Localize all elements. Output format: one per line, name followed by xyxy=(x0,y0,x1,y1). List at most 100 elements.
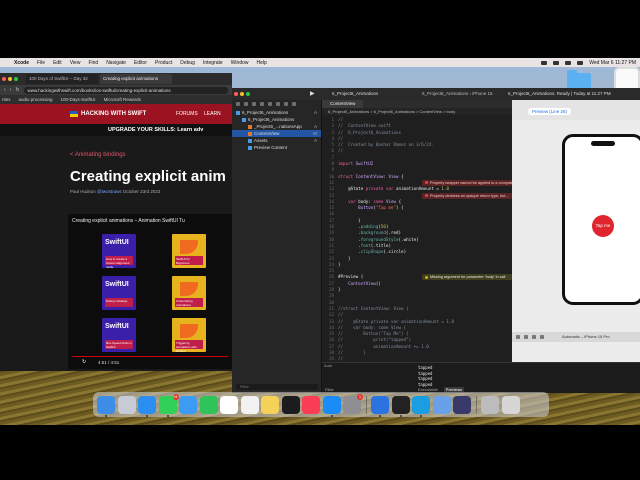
video-thumbnail[interactable]: SwiftUI for Beginners xyxy=(172,234,206,268)
app-store-icon[interactable] xyxy=(322,395,341,417)
notes-icon[interactable] xyxy=(261,395,279,414)
video-thumbnail[interactable]: SwiftUI How to create a custom alignment… xyxy=(102,234,136,268)
safari-icon[interactable] xyxy=(138,395,156,417)
iphone-preview[interactable]: Tap me xyxy=(562,134,640,305)
device-selector[interactable]: Automatic – iPhone 15 Pro xyxy=(562,334,610,339)
xcode-icon[interactable] xyxy=(371,395,389,417)
site-logo[interactable]: HACKING WITH SWIFT xyxy=(81,111,146,117)
close-window-icon[interactable] xyxy=(2,77,6,81)
menu-help[interactable]: Help xyxy=(257,60,267,66)
preview-icon[interactable] xyxy=(432,395,451,414)
facetime-icon[interactable] xyxy=(199,395,218,414)
messages-icon[interactable]: 94 xyxy=(158,393,179,417)
folder-icon[interactable] xyxy=(236,102,240,106)
url-field[interactable]: www.hackingwithswift.com/books/ios-swift… xyxy=(23,86,228,94)
tree-item-project[interactable]: 6_Project6_Animations A xyxy=(232,109,321,116)
source-control-icon[interactable] xyxy=(244,102,248,106)
instruments-icon[interactable] xyxy=(453,395,471,414)
symbol-icon[interactable] xyxy=(252,102,256,106)
browser-tab[interactable]: 100 Days of SwiftUI – Day 32 xyxy=(26,74,98,84)
bookmark-item[interactable]: audio processing xyxy=(19,97,53,102)
tap-me-button[interactable]: Tap me xyxy=(592,215,614,237)
breakpoint-icon[interactable] xyxy=(292,102,296,106)
inline-error[interactable]: Property wrapper cannot be applied to a … xyxy=(422,179,512,186)
mail-icon[interactable] xyxy=(179,395,197,414)
menu-app-name[interactable]: Xcode xyxy=(14,60,29,66)
inline-warning[interactable]: Missing argument for parameter 'body' in… xyxy=(422,274,512,281)
code-area[interactable]: 1//2// ContentView.swift 3// 6_Project6_A… xyxy=(322,115,512,362)
live-mode-icon[interactable] xyxy=(516,335,520,339)
terminal-icon[interactable] xyxy=(391,395,410,417)
tree-item-group[interactable]: 6_Project6_Animations xyxy=(232,116,321,123)
system-settings-icon[interactable]: 1 xyxy=(343,393,363,414)
video-thumbnail[interactable]: SwiftUI Rex Speed tricks in SwiftUI xyxy=(102,318,136,352)
site-nav-forums[interactable]: FORUMS xyxy=(176,111,198,117)
video-title[interactable]: Creating explicit animations – Animation… xyxy=(72,218,185,224)
reminders-icon[interactable] xyxy=(240,395,259,414)
tree-item-contentview[interactable]: ContentView M xyxy=(232,130,321,137)
search-icon[interactable] xyxy=(260,102,264,106)
menu-window[interactable]: Window xyxy=(231,60,249,66)
menu-clock[interactable]: Wed Mar 6 11:27 PM xyxy=(589,60,636,66)
bookmark-item[interactable]: 100-Days-SwiftUI xyxy=(61,97,96,102)
video-thumbnail[interactable]: Customizing Animations xyxy=(172,276,206,310)
edge-icon[interactable] xyxy=(412,395,430,417)
minimize-window-icon[interactable] xyxy=(240,92,244,96)
video-player[interactable]: Creating explicit animations – Animation… xyxy=(68,214,232,369)
video-thumbnail[interactable]: Triggering animations with binding xyxy=(172,318,206,352)
upgrade-banner[interactable]: UPGRADE YOUR SKILLS: Learn adv xyxy=(0,124,232,136)
status-icon[interactable] xyxy=(541,60,548,65)
video-progress-bar[interactable] xyxy=(72,356,228,357)
source-editor[interactable]: ContentView 6_Project6_Animations > 6_Pr… xyxy=(322,100,512,362)
disk-utility-icon[interactable] xyxy=(481,395,499,414)
jump-bar[interactable]: 6_Project6_Animations > 6_Project6_Anima… xyxy=(322,108,512,115)
inline-error[interactable]: Property declares an opaque return type,… xyxy=(422,192,512,199)
debug-icon[interactable] xyxy=(284,102,288,106)
menu-editor[interactable]: Editor xyxy=(134,60,147,66)
bookmark-item[interactable]: rties xyxy=(2,97,11,102)
device-settings-icon[interactable] xyxy=(540,335,544,339)
forward-icon[interactable]: › xyxy=(10,87,12,93)
zoom-window-icon[interactable] xyxy=(246,92,250,96)
tree-item-app-file[interactable]: _Project6_...nationsApp A xyxy=(232,123,321,130)
menu-edit[interactable]: Edit xyxy=(53,60,62,66)
launchpad-icon[interactable] xyxy=(117,395,136,414)
zoom-window-icon[interactable] xyxy=(14,77,18,81)
minimize-window-icon[interactable] xyxy=(8,77,12,81)
back-icon[interactable]: ‹ xyxy=(4,87,6,93)
site-nav-learn[interactable]: LEARN xyxy=(204,111,221,117)
menu-integrate[interactable]: Integrate xyxy=(203,60,223,66)
trash-icon[interactable] xyxy=(501,395,520,414)
finder-icon[interactable] xyxy=(97,395,115,417)
menu-file[interactable]: File xyxy=(37,60,45,66)
bookmark-item[interactable]: Microsoft Rewards xyxy=(104,97,141,102)
author-name[interactable]: Paul Hudson xyxy=(70,189,96,194)
calendar-icon[interactable] xyxy=(220,395,238,414)
issue-icon[interactable] xyxy=(268,102,272,106)
battery-icon[interactable] xyxy=(553,60,560,65)
selectable-mode-icon[interactable] xyxy=(524,335,528,339)
variants-icon[interactable] xyxy=(532,335,536,339)
reload-icon[interactable]: ↻ xyxy=(15,87,19,93)
wifi-icon[interactable] xyxy=(565,60,572,65)
menu-navigate[interactable]: Navigate xyxy=(106,60,126,66)
tv-icon[interactable] xyxy=(281,395,300,414)
preview-selector[interactable]: Preview (Line 26) xyxy=(528,108,572,115)
test-icon[interactable] xyxy=(276,102,280,106)
desktop-folder-icon[interactable] xyxy=(567,70,591,89)
editor-tab[interactable]: ContentView xyxy=(322,100,364,108)
breadcrumb-link[interactable]: < Animating bindings xyxy=(70,152,232,158)
run-destination[interactable]: 6_Project6_Animations › iPhone 15 xyxy=(422,91,493,96)
menu-view[interactable]: View xyxy=(70,60,81,66)
navigator-filter-field[interactable]: Filter xyxy=(236,384,318,390)
menu-product[interactable]: Product xyxy=(155,60,172,66)
tree-item-preview-content[interactable]: Preview Content xyxy=(232,144,321,151)
replay-icon[interactable]: ↻ xyxy=(82,359,86,365)
scheme-name[interactable]: 6_Project6_Animations xyxy=(332,91,378,96)
music-icon[interactable] xyxy=(302,395,320,414)
browser-tab-active[interactable]: Creating explicit animations xyxy=(100,74,172,84)
run-button[interactable]: ▶ xyxy=(310,90,315,97)
author-handle[interactable]: @twostraws xyxy=(97,189,122,194)
tree-item-assets[interactable]: Assets A xyxy=(232,137,321,144)
video-thumbnail[interactable]: SwiftUI Dating Catalogs xyxy=(102,276,136,310)
